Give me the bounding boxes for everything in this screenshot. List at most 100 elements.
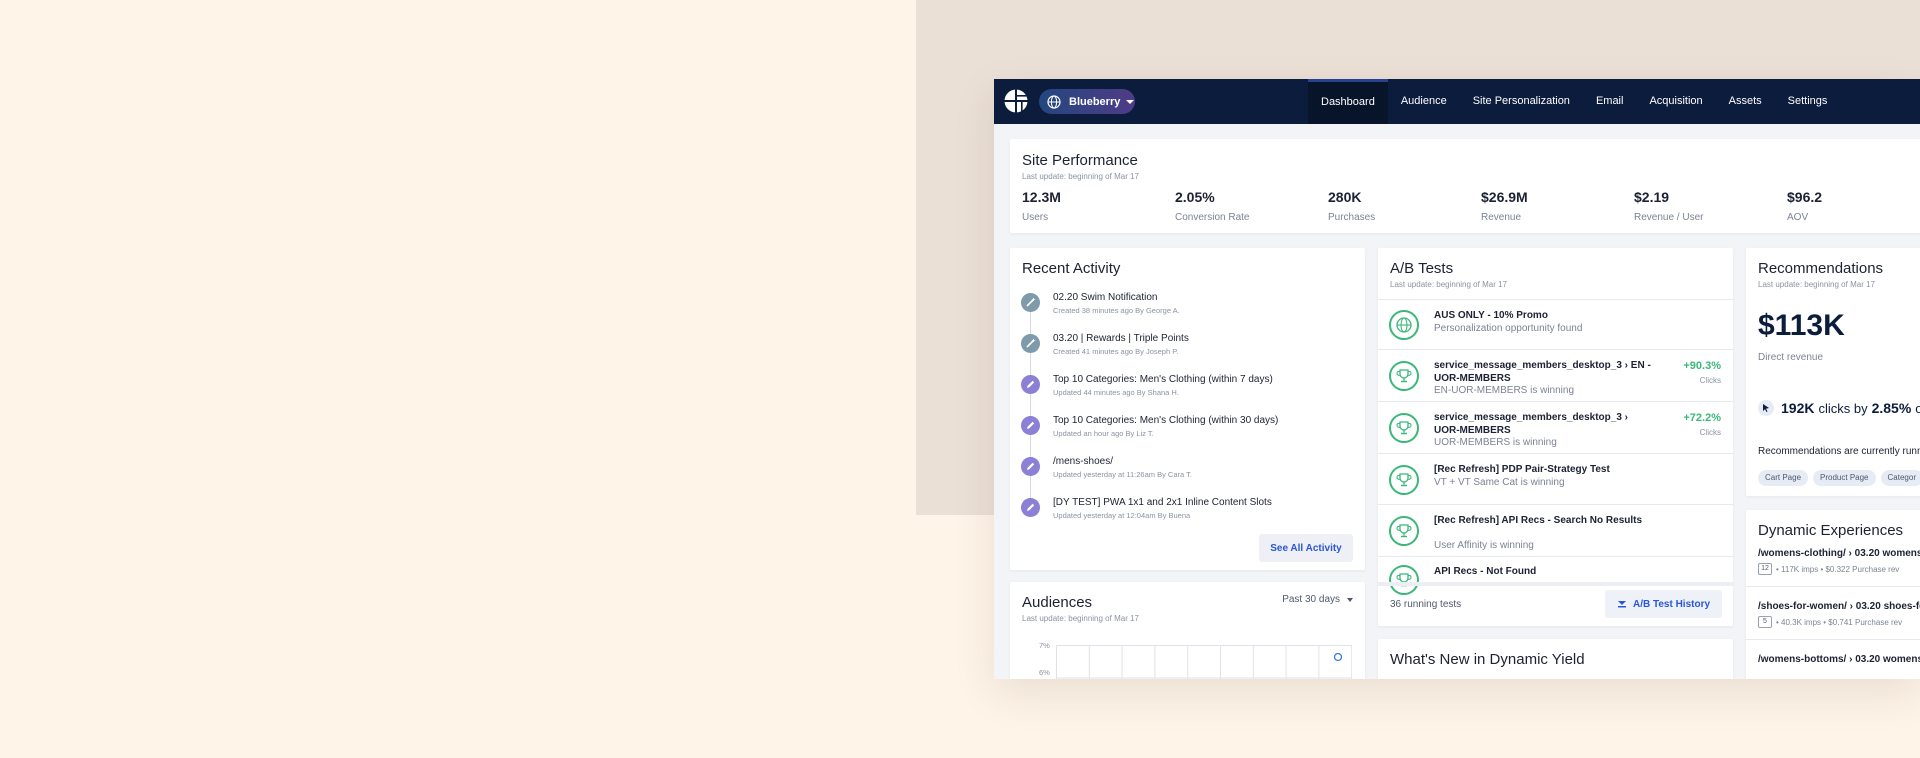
experience-title[interactable]: /womens-bottoms/ › 03.20 womens — [1758, 654, 1920, 665]
tab-dashboard[interactable]: Dashboard — [1308, 79, 1388, 124]
experience-stats-row: 12 • 117K imps • $0.322 Purchase rev — [1758, 563, 1899, 575]
trophy-icon — [1389, 361, 1419, 391]
activity-title: [DY TEST] PWA 1x1 and 2x1 Inline Content… — [1053, 497, 1272, 508]
metric-value: $26.9M — [1481, 189, 1528, 205]
ab-test-title: AUS ONLY - 10% Promo — [1434, 310, 1548, 321]
clicks-value: 192K — [1781, 400, 1815, 416]
ab-test-row[interactable]: API Recs - Not Found — [1378, 556, 1733, 595]
placement-chip[interactable]: Product Page — [1813, 470, 1876, 486]
tab-audience[interactable]: Audience — [1388, 79, 1460, 124]
metric-value: 2.05% — [1175, 189, 1215, 205]
metric-users: 12.3M Users — [1022, 189, 1061, 223]
audiences-chart-grid — [1056, 645, 1352, 679]
clicks-tail: o — [1915, 400, 1920, 416]
experience-stats-row: 5 • 40.3K imps • $0.741 Purchase rev — [1758, 616, 1902, 628]
y-tick-label: 6% — [1039, 668, 1050, 677]
metric-value: 12.3M — [1022, 189, 1061, 205]
metric-aov: $96.2 AOV — [1787, 189, 1822, 223]
site-name: Blueberry — [1069, 95, 1121, 108]
activity-meta: Updated yesterday at 11:26am By Cara T. — [1053, 470, 1192, 479]
globe-icon — [1047, 94, 1061, 109]
ab-test-status: Personalization opportunity found — [1434, 323, 1583, 334]
metric-conversion-rate: 2.05% Conversion Rate — [1175, 189, 1249, 223]
tab-assets[interactable]: Assets — [1716, 79, 1775, 124]
tab-acquisition[interactable]: Acquisition — [1636, 79, 1715, 124]
date-range-label: Past 30 days — [1282, 594, 1340, 605]
activity-meta: Updated yesterday at 12:04am By Buena — [1053, 511, 1191, 520]
main-nav: Dashboard Audience Site Personalization Ema… — [1308, 79, 1840, 124]
experience-title[interactable]: /shoes-for-women/ › 03.20 shoes-fo — [1758, 601, 1920, 612]
audiences-card: Audiences Last update: beginning of Mar … — [1010, 582, 1365, 679]
placement-chip[interactable]: Cart Page — [1758, 470, 1809, 486]
dashboard-window: Blueberry Dashboard Audience Site Personal… — [994, 79, 1920, 679]
site-performance-card: Site Performance Last update: beginning … — [1010, 139, 1920, 233]
metric-label: Revenue / User — [1634, 212, 1704, 223]
variation-count: 12 — [1758, 563, 1772, 575]
ab-test-history-button[interactable]: A/B Test History — [1605, 590, 1722, 618]
ab-test-row[interactable]: [Rec Refresh] API Recs - Search No Resul… — [1378, 504, 1733, 556]
ab-test-row[interactable]: service_message_members_desktop_3 › EN -… — [1378, 349, 1733, 401]
recent-activity-card: Recent Activity 02.20 Swim Notification C… — [1010, 248, 1365, 570]
ab-test-title: [Rec Refresh] PDP Pair-Strategy Test — [1434, 464, 1610, 475]
magic-wand-icon — [1021, 293, 1040, 312]
dynamic-yield-logo-icon[interactable] — [1004, 89, 1028, 113]
ab-test-title: [Rec Refresh] API Recs - Search No Resul… — [1434, 515, 1643, 526]
experience-stats: • 40.3K imps • $0.741 Purchase rev — [1776, 617, 1903, 627]
activity-title: Top 10 Categories: Men's Clothing (withi… — [1053, 374, 1273, 385]
tab-email[interactable]: Email — [1583, 79, 1637, 124]
metric-label: AOV — [1787, 212, 1809, 223]
chart-point[interactable] — [1333, 652, 1343, 662]
ab-test-row[interactable]: service_message_members_desktop_3 › UOR-… — [1378, 401, 1733, 453]
metric-value: $2.19 — [1634, 189, 1670, 205]
last-update: Last update: beginning of Mar 17 — [1390, 280, 1507, 289]
tab-site-personalization[interactable]: Site Personalization — [1460, 79, 1583, 124]
ab-test-status: EN-UOR-MEMBERS is winning — [1434, 385, 1575, 396]
variation-count: 5 — [1758, 616, 1772, 628]
experience-title[interactable]: /womens-clothing/ › 03.20 womens — [1758, 548, 1920, 559]
ab-test-metric: Clicks — [1699, 376, 1721, 385]
trophy-icon — [1389, 464, 1419, 495]
ab-test-status: User Affinity is winning — [1434, 540, 1534, 551]
magic-wand-icon — [1021, 334, 1040, 353]
divider — [1746, 586, 1920, 587]
pencil-icon — [1021, 457, 1040, 476]
trophy-icon — [1389, 516, 1419, 546]
divider — [1378, 582, 1733, 586]
whats-new-card: What's New in Dynamic Yield — [1378, 639, 1733, 679]
activity-title: 02.20 Swim Notification — [1053, 292, 1158, 303]
metric-label: Revenue — [1481, 212, 1522, 223]
y-tick-label: 7% — [1039, 641, 1050, 650]
ab-test-title: API Recs - Not Found — [1434, 566, 1537, 577]
card-title: Dynamic Experiences — [1758, 522, 1904, 539]
ab-test-row[interactable]: AUS ONLY - 10% Promo Personalization oppo… — [1378, 299, 1733, 349]
metric-revenue: $26.9M Revenue — [1481, 189, 1528, 223]
ab-test-status: VT + VT Same Cat is winning — [1434, 477, 1565, 488]
ab-test-row[interactable]: [Rec Refresh] PDP Pair-Strategy Test VT +… — [1378, 453, 1733, 504]
placement-chips: Cart Page Product Page Categor — [1758, 467, 1920, 486]
dynamic-experiences-card: Dynamic Experiences /womens-clothing/ › … — [1746, 510, 1920, 679]
card-title: Recent Activity — [1022, 260, 1121, 277]
direct-revenue-value: $113K — [1758, 309, 1845, 342]
activity-item[interactable]: 03.20 | Rewards | Triple Points Created 4… — [1010, 330, 1365, 370]
trophy-icon — [1389, 565, 1419, 595]
ab-test-uplift: +90.3% — [1683, 360, 1721, 372]
chevron-down-icon — [1126, 99, 1135, 104]
activity-item[interactable]: /mens-shoes/Updated yesterday at 11:26am… — [1010, 453, 1365, 493]
activity-item[interactable]: Top 10 Categories: Men's Clothing (withi… — [1010, 371, 1365, 411]
see-all-activity-button[interactable]: See All Activity — [1259, 534, 1353, 562]
last-update: Last update: beginning of Mar 17 — [1022, 172, 1139, 181]
ab-test-history-label: A/B Test History — [1632, 598, 1711, 610]
tab-settings[interactable]: Settings — [1775, 79, 1841, 124]
trophy-icon — [1389, 413, 1419, 443]
metric-value: 280K — [1328, 189, 1362, 205]
last-update: Last update: beginning of Mar 17 — [1758, 280, 1875, 289]
date-range-selector[interactable]: Past 30 days — [1282, 594, 1353, 605]
activity-item[interactable]: Top 10 Categories: Men's Clothing (withi… — [1010, 412, 1365, 452]
site-selector[interactable]: Blueberry — [1039, 89, 1135, 114]
metric-label: Purchases — [1328, 212, 1376, 223]
placement-chip[interactable]: Categor — [1880, 470, 1920, 486]
experience-stats: • 117K imps • $0.322 Purchase rev — [1776, 564, 1900, 574]
activity-item[interactable]: [DY TEST] PWA 1x1 and 2x1 Inline Content… — [1010, 494, 1365, 534]
running-tests-count: 36 running tests — [1390, 599, 1462, 610]
activity-item[interactable]: 02.20 Swim Notification Created 38 minute… — [1010, 289, 1365, 329]
